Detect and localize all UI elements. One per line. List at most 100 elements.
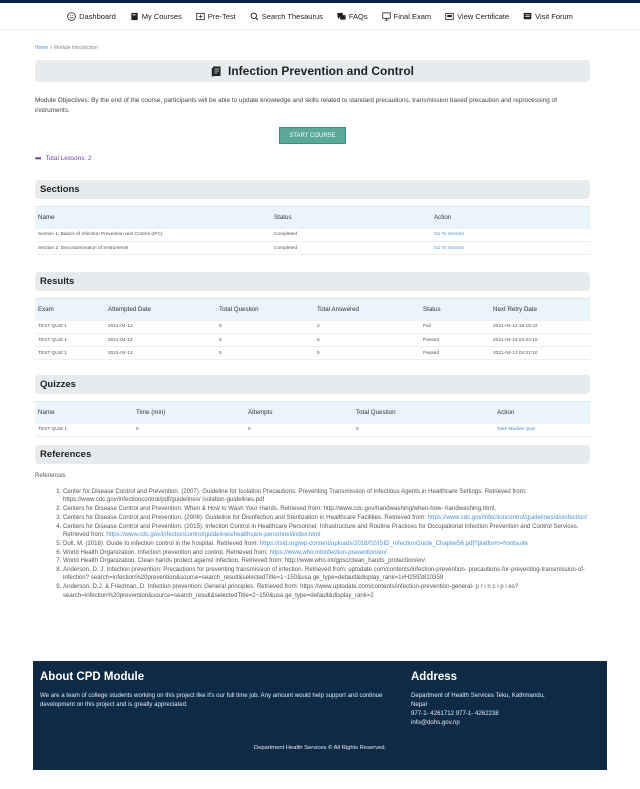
reference-link[interactable]: https://www.cdc.gov/infectioncontrol/gui… xyxy=(428,514,588,521)
results-panel: Results Exam Attempted Date Total Questi… xyxy=(35,272,590,360)
nav-visit-forum[interactable]: Visit Forum xyxy=(523,12,573,21)
total-lessons: ••• Total Lessons: 2 xyxy=(35,154,590,163)
quizzes-table: Name Time (min) Attempts Total Question … xyxy=(35,401,590,437)
references-panel: References xyxy=(35,445,590,464)
reference-text: Anderson, D.J. & Friedman, D. Infection … xyxy=(63,583,519,599)
reference-item: Anderson, D.J. & Friedman, D. Infection … xyxy=(63,583,593,600)
footer-address: Department of Health Services Teku, Kath… xyxy=(411,691,601,727)
reference-item: Centers for Disease Control and Preventi… xyxy=(63,514,593,522)
result-status: Passed xyxy=(420,333,490,347)
reference-item: Anderson, D. J. Infection prevention: Pr… xyxy=(63,566,593,583)
references-list: Center for Disease Control and Preventio… xyxy=(53,488,593,600)
table-header-row: Name Time (min) Attempts Total Question … xyxy=(35,401,590,424)
breadcrumb: Home > Module Introduction xyxy=(35,45,590,51)
reference-item: Center for Disease Control and Preventio… xyxy=(63,488,593,505)
table-header-row: Exam Attempted Date Total Question Total… xyxy=(35,298,590,321)
quiz-time: 5 xyxy=(133,423,245,437)
total-question: 5 xyxy=(216,320,314,334)
page-title-bar: Infection Prevention and Control xyxy=(35,60,590,82)
nav-label: FAQs xyxy=(348,11,368,21)
exam-name: TEST QUIZ 1 xyxy=(35,320,105,334)
results-heading: Results xyxy=(35,272,590,291)
column-header: Name xyxy=(35,206,271,229)
reference-link[interactable]: https://isid.org/wp-content/uploads/2018… xyxy=(260,540,528,547)
faq-icon xyxy=(337,12,346,20)
column-header: Name xyxy=(35,401,133,424)
quiz-total-question: 5 xyxy=(353,423,494,437)
column-header: Status xyxy=(420,298,490,321)
forum-icon xyxy=(523,12,532,19)
dots-icon: ••• xyxy=(35,154,41,163)
nav-label: Dashboard xyxy=(79,11,116,21)
reference-item: Centers for Disease Control and Preventi… xyxy=(63,505,593,513)
page-title: Infection Prevention and Control xyxy=(227,64,414,78)
section-status: Completed xyxy=(271,241,431,255)
nav-dashboard[interactable]: Dashboard xyxy=(67,12,116,21)
reference-text: World Health Organization. Infection pre… xyxy=(63,548,268,556)
reference-text: Centers for Disease Control and Preventi… xyxy=(63,513,427,521)
sections-panel: Sections Name Status Action Section 1: B… xyxy=(35,180,590,255)
nav-search-thesaurus[interactable]: Search Thesaurus xyxy=(250,12,323,21)
go-to-section-link[interactable]: Go To Section xyxy=(431,228,590,242)
column-header: Exam xyxy=(35,298,105,321)
reference-item: Doll, M. (2018). Guide to infection cont… xyxy=(63,540,593,548)
result-status: Fail xyxy=(420,320,490,334)
column-header: Action xyxy=(494,401,590,424)
book-icon xyxy=(131,12,138,20)
footer-about-text: We are a team of college students workin… xyxy=(40,692,383,708)
reference-link[interactable]: https://www.cdc.gov/infectioncontrol/gui… xyxy=(106,531,320,538)
breadcrumb-separator: > xyxy=(49,45,53,51)
go-to-section-link[interactable]: Go To Section xyxy=(431,241,590,255)
breadcrumb-home-link[interactable]: Home xyxy=(35,45,48,51)
nav-faqs[interactable]: FAQs xyxy=(337,12,368,21)
reference-item: World Health Organization. Infection pre… xyxy=(63,549,593,557)
reference-text: World Health Organization. Clean hands p… xyxy=(63,557,427,565)
column-header: Next Retry Date xyxy=(490,298,590,321)
total-lessons-label: Total Lessons: 2 xyxy=(45,155,92,162)
nav-my-courses[interactable]: My Courses xyxy=(130,12,182,21)
footer-about-title: About CPD Module xyxy=(40,671,145,683)
reference-text: Center for Disease Control and Preventio… xyxy=(63,488,527,504)
nav-label: Search Thesaurus xyxy=(261,11,323,21)
nav-label: My Courses xyxy=(141,11,182,21)
certificate-icon xyxy=(445,12,454,20)
reference-item: Centers for Disease Control and Preventi… xyxy=(63,523,593,540)
nav-view-certificate[interactable]: View Certificate xyxy=(445,12,509,21)
sections-heading: Sections xyxy=(35,180,590,199)
nav-label: View Certificate xyxy=(457,11,510,21)
main-navigation: Dashboard My Courses Pre-Test Search The… xyxy=(0,3,640,30)
reference-link[interactable]: https://www.who.int/infection-prevention… xyxy=(270,549,387,556)
quiz-attempts: 5 xyxy=(245,423,353,437)
next-retry-date: 2021-04-12 16:16:22 xyxy=(490,320,590,334)
table-row: Section 2: Decontamination of Instrument… xyxy=(35,241,590,255)
start-course-button[interactable]: START COURSE xyxy=(279,127,346,144)
column-header: Attempts xyxy=(245,401,353,424)
column-header: Attempted Date xyxy=(105,298,216,321)
table-row: TEST QUIZ 1 2021-04-13 5 5 Passed 2021-0… xyxy=(35,346,590,360)
reference-text: Centers for Disease Control and Preventi… xyxy=(63,505,496,513)
table-row: TEST QUIZ 1 2021-04-13 5 5 Passed 2021-0… xyxy=(35,333,590,347)
search-icon xyxy=(250,12,259,20)
next-retry-date: 2021-04-13 04:24:15 xyxy=(490,333,590,347)
quiz-name: TEST QUIZ 1 xyxy=(35,423,133,437)
quizzes-heading: Quizzes xyxy=(35,375,590,394)
take-module-quiz-link[interactable]: Take Module Quiz xyxy=(494,423,590,437)
reference-text: Doll, M. (2018). Guide to infection cont… xyxy=(63,539,259,547)
table-row: TEST QUIZ 1 2021-04-12 5 2 Fail 2021-04-… xyxy=(35,320,590,334)
smile-icon xyxy=(67,11,76,21)
nav-pre-test[interactable]: Pre-Test xyxy=(196,12,236,21)
email-address: info@dohs.gov.np xyxy=(411,719,460,726)
monitor-icon xyxy=(381,11,391,21)
column-header: Total Answered xyxy=(314,298,420,321)
reference-item: World Health Organization. Clean hands p… xyxy=(63,557,593,565)
nav-final-exam[interactable]: Final Exam xyxy=(381,11,431,21)
address-line: Department of Health Services Teku, Kath… xyxy=(411,692,545,699)
column-header: Status xyxy=(271,206,431,229)
footer-address-title: Address xyxy=(411,671,458,683)
site-footer: About CPD Module We are a team of colleg… xyxy=(33,661,607,770)
nav-label: Visit Forum xyxy=(535,11,573,21)
column-header: Total Question xyxy=(216,298,314,321)
references-label: References xyxy=(35,473,66,479)
column-header: Action xyxy=(431,206,590,229)
exam-name: TEST QUIZ 1 xyxy=(35,346,105,360)
